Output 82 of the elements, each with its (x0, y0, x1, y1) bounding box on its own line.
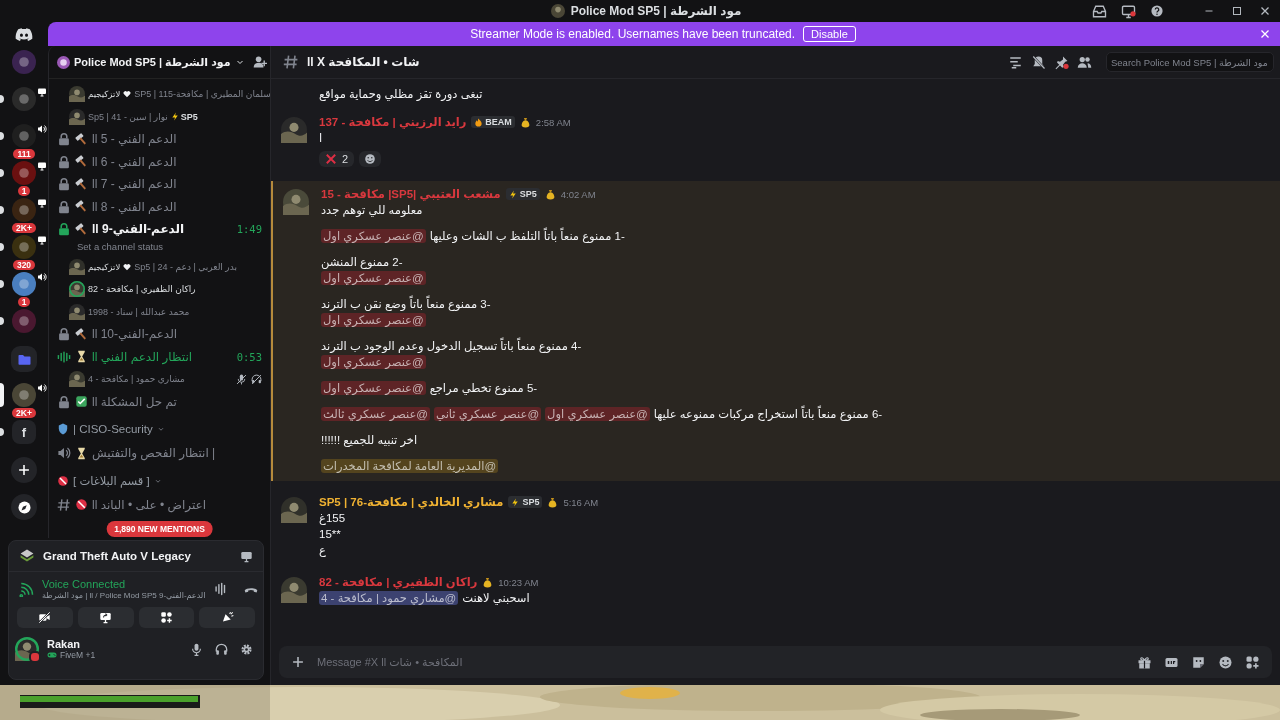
badge-count: 320 (12, 260, 36, 270)
banner-text: Streamer Mode is enabled. Usernames have been truncated. (470, 27, 796, 41)
channel-name[interactable]: الدعم الفني - 8 ll (92, 199, 177, 214)
channel-status[interactable]: Set a channel status (77, 240, 164, 252)
mention-link[interactable]: @عنصر عسكري اول (321, 355, 426, 369)
channel-name[interactable]: الدعم الفني - 7 ll (92, 177, 177, 192)
message-text: اخر تنبيه للجميع !!!!!! (321, 433, 418, 447)
server-icon[interactable]: f (12, 420, 36, 444)
badge-count: 1 (17, 186, 31, 196)
message-text: -4 ممنوع منعاً باتاً تسجيل الدخول وعدم الوجود ب الترند (321, 339, 582, 353)
mention-link[interactable]: @المديرية العامة لمكافحة المخدرات (321, 459, 499, 473)
tag-label: BEAM (485, 117, 512, 127)
tag-label: SP5 (519, 189, 537, 199)
voice-timer: 0:53 (236, 350, 262, 363)
mention-link[interactable]: @عنصر عسكري اول (321, 313, 426, 327)
message-text: -1 ممنوع منعاً باتاً التلفظ ب الشات وعليها (429, 229, 625, 243)
timestamp: 4:02 AM (560, 188, 596, 200)
message-text: اسحبني لاهنت (462, 591, 530, 605)
message-text: 15** (319, 528, 341, 540)
voice-timer: 1:49 (236, 223, 262, 236)
channel-name[interactable]: الدعم-الفني-10 ll (92, 327, 178, 342)
voice-channel: الدعم-الفني-9 ll / Police Mod SP5 | مود الشرطة (42, 591, 206, 600)
channel-name[interactable]: انتظار الدعم الفني ll (92, 349, 193, 364)
channel-name[interactable]: الدعم-الفني-9 ll (92, 222, 185, 237)
tag-label: SP5 (522, 497, 540, 507)
user-name[interactable]: محمد عبدالله | سناد - 1998 (88, 306, 190, 317)
reaction-button[interactable]: 2 (319, 151, 355, 167)
user-name[interactable]: سلمان المطيري | مكافحة-115 | SP5 (134, 89, 270, 100)
message-text: معلومه للي توهم جدد (321, 203, 423, 217)
message-text: تبغى دورة تقز مظلي وحماية مواقع (319, 87, 483, 101)
window-title: Police Mod SP5 | مود الشرطة (570, 4, 742, 18)
timestamp: 2:58 AM (535, 116, 571, 128)
search-field[interactable]: Search Police Mod SP5 | مود الشرطة (1106, 52, 1274, 72)
author-name[interactable]: مشاري الخالدي | مكافحة-76 | SP5 (319, 495, 504, 509)
channel-name[interactable]: تم حل المشكلة ll (92, 394, 177, 409)
badge-count: 2K+ (12, 223, 36, 233)
message-text: -2 ممنوع المنشن (321, 255, 403, 269)
message-text: 155غ (319, 511, 346, 525)
mention-link[interactable]: @عنصر عسكري اول (321, 381, 426, 395)
timestamp: 5:16 AM (563, 496, 599, 508)
category-name[interactable]: | CISO-Security (73, 423, 153, 435)
new-mentions-badge[interactable]: 1,890 NEW MENTIONS (106, 521, 213, 537)
user-name[interactable]: بدر العربي | دعم - 24 | Sp5 (134, 261, 237, 272)
channel-name[interactable]: الدعم الفني - 6 ll (92, 154, 177, 169)
timestamp: 10:23 AM (498, 576, 539, 588)
message-field[interactable]: Message #X ll المكافحة • شات (317, 656, 1125, 668)
message-text: ا (319, 131, 323, 145)
mention-link[interactable]: @عنصر عسكري اول (545, 407, 650, 421)
activity-text: FiveM +1 (60, 650, 96, 660)
message-text: -6 ممنوع منعاً باتاً استخراج مركبات ممنوعه عليها (653, 407, 883, 421)
game-title: Grand Theft Auto V Legacy (43, 550, 192, 562)
voice-status: Voice Connected (42, 578, 127, 590)
user-name[interactable]: راكان الظفيري | مكافحة - 82 (88, 284, 196, 295)
nickname-text: لاتزكيجيم (88, 89, 121, 100)
message-text: ع (319, 543, 326, 557)
author-name[interactable]: راكان الظفيري | مكافحة - 82 (319, 575, 478, 589)
mention-link[interactable]: @عنصر عسكري ثاني (434, 407, 542, 421)
message-composer[interactable]: Message #X ll المكافحة • شات (279, 646, 1272, 678)
author-name[interactable]: رايد الرزيني | مكافحة - 137 (319, 115, 467, 129)
badge-count: 111 (13, 149, 35, 159)
user-name[interactable]: مشاري حمود | مكافحة - 4 (88, 374, 185, 385)
nickname-text: لاتزكيجيم (88, 261, 121, 272)
author-name[interactable]: مشعب العتيبي |SP5| مكافحة - 15 (321, 187, 501, 201)
user-name[interactable]: Rakan (47, 638, 182, 650)
channel-name[interactable]: الدعم الفني - 5 ll (92, 132, 177, 147)
message-text: -5 ممنوع تخطي مراجع (429, 381, 538, 395)
tag-label: SP5 (180, 111, 198, 122)
mention-link[interactable]: @مشاري حمود | مكافحة - 4 (319, 591, 459, 605)
channel-name[interactable]: | انتظار الفحص والتفتيش (92, 446, 216, 461)
message-text: -3 ممنوع منعاً باتاً وضع نقن ب الترند (321, 297, 491, 311)
category-name[interactable]: [ قسم البلاغات ] (73, 473, 150, 488)
user-name[interactable]: نوار | سين - 41 | Sp5 (88, 111, 168, 122)
server-name: Police Mod SP5 | مود الشرطة (74, 55, 231, 69)
mention-link[interactable]: @عنصر عسكري اول (321, 271, 426, 285)
badge-count: 1 (17, 297, 31, 307)
mention-link[interactable]: @عنصر عسكري ثالث (321, 407, 431, 421)
channel-title: شات • المكافحة ll X (307, 55, 420, 69)
channel-name[interactable]: اعتراض • على • الباند ll (92, 497, 207, 512)
mention-link[interactable]: @عنصر عسكري اول (321, 229, 426, 243)
disable-button[interactable]: Disable (803, 26, 856, 42)
server-header[interactable]: Police Mod SP5 | مود الشرطة (49, 46, 270, 79)
badge-count: 2K+ (12, 408, 36, 418)
